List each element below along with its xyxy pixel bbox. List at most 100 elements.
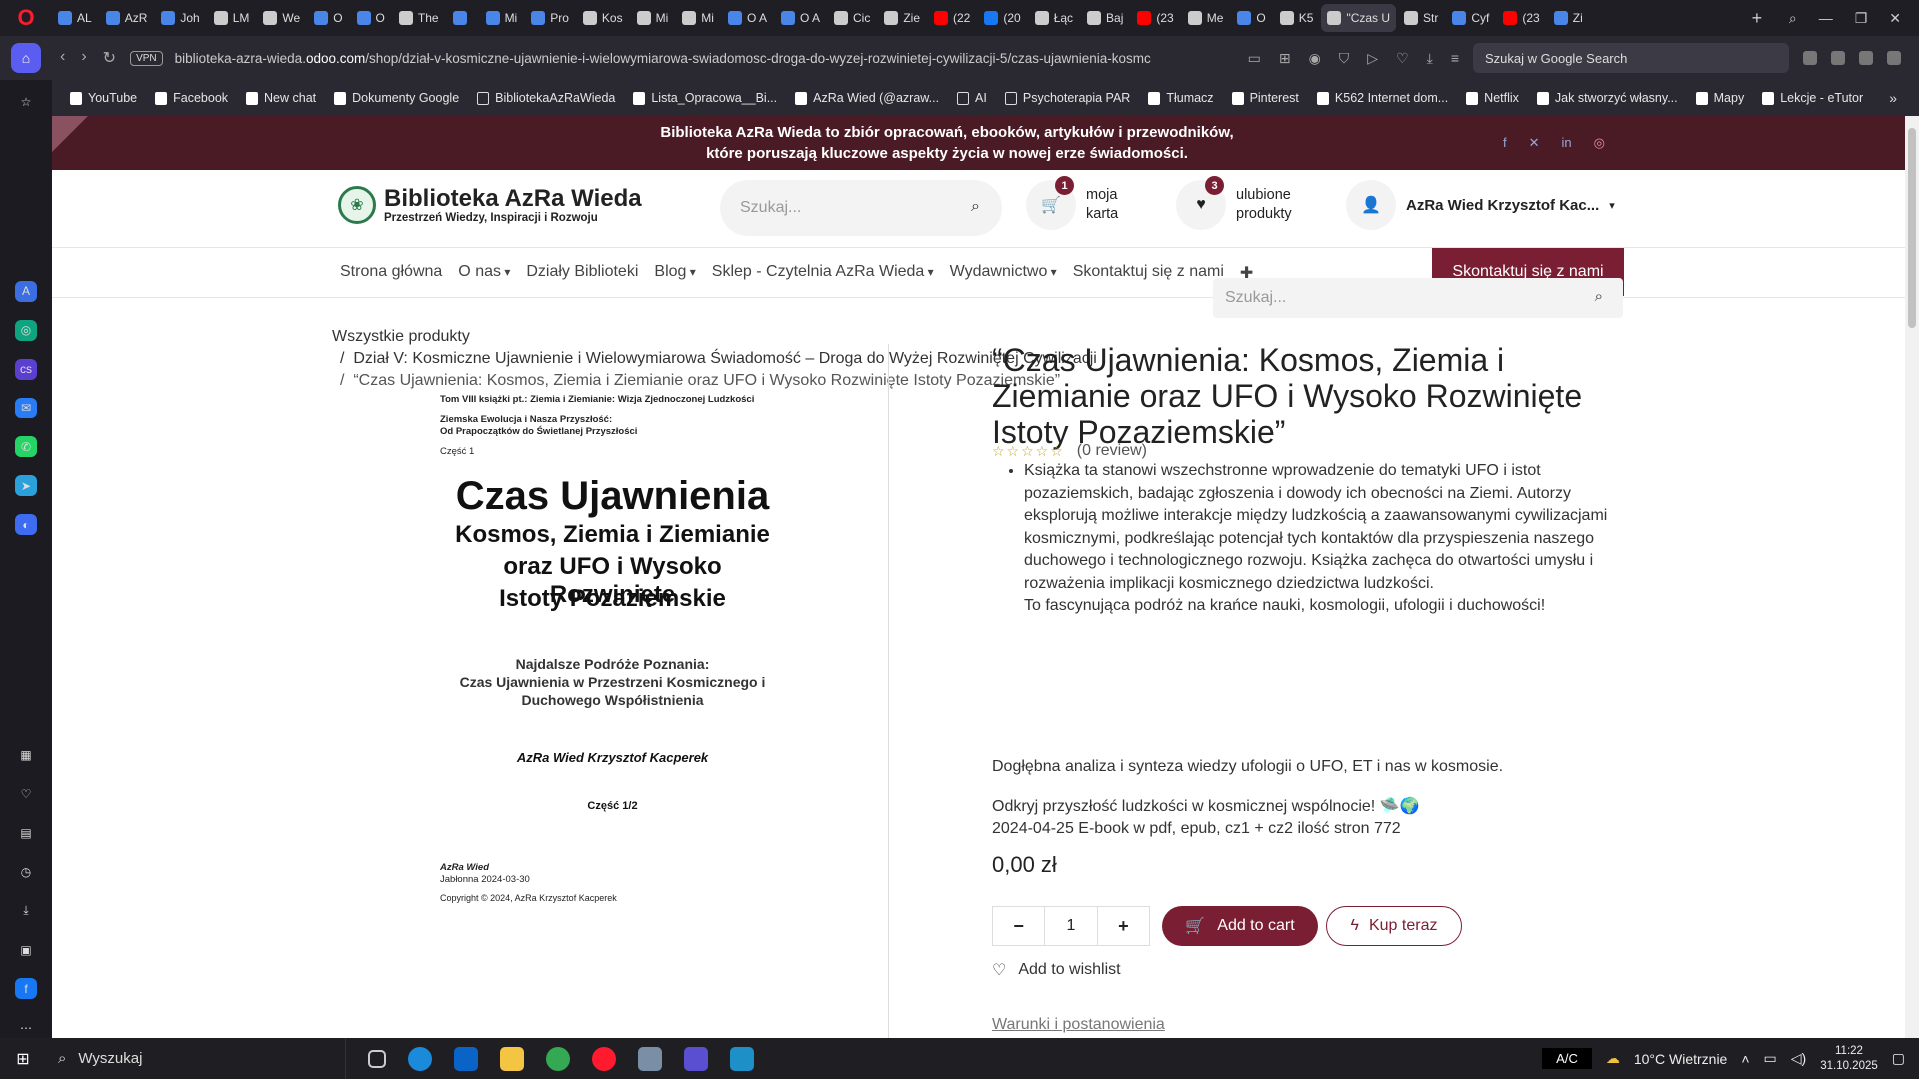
bookmark-item[interactable]: Lista_Opracowa__Bi... [625, 91, 785, 105]
download-icon[interactable]: ⤓ [1427, 50, 1433, 67]
scroll-thumb[interactable] [1908, 128, 1916, 328]
tab[interactable]: Baj [1081, 4, 1129, 32]
x-icon[interactable]: ✕ [1529, 135, 1540, 151]
tab[interactable]: We [257, 4, 306, 32]
cart-button[interactable]: 🛒 1 moja karta [1026, 176, 1118, 230]
tab[interactable]: (22 [928, 4, 976, 32]
weather-text[interactable]: 10°C Wietrznie [1634, 1051, 1728, 1067]
tab[interactable]: Łąc [1029, 4, 1079, 32]
nav-shop[interactable]: Sklep - Czytelnia AzRa Wieda [712, 263, 934, 283]
bookmark-item[interactable]: Tłumacz [1140, 91, 1221, 105]
tab[interactable]: O [1231, 4, 1271, 32]
back-icon[interactable]: ‹ [60, 48, 65, 68]
tab[interactable]: (23 [1497, 4, 1545, 32]
opera-icon[interactable] [592, 1046, 616, 1071]
tab[interactable] [447, 4, 478, 32]
tab-active[interactable]: "Czas U [1321, 4, 1397, 32]
nav-contact[interactable]: Skontaktuj się z nami [1073, 263, 1224, 283]
home-icon[interactable]: ⌂ [11, 43, 41, 73]
decrease-quantity-button[interactable]: − [993, 907, 1044, 945]
search-icon[interactable]: ⌕ [1595, 288, 1603, 305]
history-icon[interactable]: ◷ [15, 862, 37, 883]
reload-icon[interactable]: ↻ [103, 48, 116, 68]
telegram-icon[interactable]: ➤ [15, 475, 37, 497]
tab[interactable]: O [351, 4, 391, 32]
tab[interactable]: The [393, 4, 445, 32]
tab[interactable]: Mi [480, 4, 524, 32]
tab[interactable]: K5 [1274, 4, 1320, 32]
bookmark-item[interactable]: Facebook [147, 91, 236, 105]
tab[interactable]: Cic [828, 4, 876, 32]
nav-home[interactable]: Strona główna [340, 263, 442, 283]
terms-link[interactable]: Warunki i postanowienia [992, 1016, 1165, 1034]
star-rating-icon[interactable]: ☆☆☆☆☆ [992, 443, 1065, 460]
nav-about[interactable]: O nas [458, 263, 510, 283]
chevron-up-icon[interactable]: ˄ [1741, 1051, 1749, 1067]
file-explorer-icon[interactable] [500, 1046, 524, 1071]
linkedin-icon[interactable]: in [1562, 135, 1572, 151]
tab[interactable]: (23 [1131, 4, 1179, 32]
user-menu[interactable]: 👤 AzRa Wied Krzysztof Kac... ▾ [1346, 180, 1615, 230]
breadcrumb-root[interactable]: Wszystkie produkty [332, 326, 1097, 348]
chrome-icon[interactable] [546, 1046, 570, 1071]
opera-logo-icon[interactable]: O [0, 0, 52, 36]
volume-icon[interactable]: ◁) [1791, 1050, 1806, 1067]
wishlist-button[interactable]: ♥ 3 ulubione produkty [1176, 176, 1292, 230]
workspaces-icon[interactable]: ▦ [15, 745, 37, 766]
tab[interactable]: Joh [155, 4, 205, 32]
instagram-icon[interactable]: ◎ [1594, 135, 1605, 151]
add-to-wishlist-link[interactable]: ♡ Add to wishlist [992, 960, 1121, 980]
facebook-icon[interactable]: f [15, 978, 37, 1000]
bookmark-item[interactable]: K562 Internet dom... [1309, 91, 1456, 105]
messenger-icon[interactable]: ✉ [15, 397, 37, 419]
network-icon[interactable]: ▭ [1764, 1050, 1777, 1067]
tab[interactable]: Pro [525, 4, 575, 32]
tab[interactable]: O [308, 4, 348, 32]
tab[interactable]: Me [1182, 4, 1230, 32]
page-scrollbar[interactable] [1905, 116, 1919, 1038]
search-tabs-icon[interactable]: ⌕ [1789, 10, 1797, 27]
breadcrumb-category[interactable]: / Dział V: Kosmiczne Ujawnienie i Wielow… [332, 348, 1097, 370]
notification-icon[interactable]: ▢ [1892, 1050, 1905, 1067]
notes-icon[interactable]: ▣ [15, 939, 37, 960]
menu-icon[interactable]: ≡ [1451, 50, 1459, 67]
cs-icon[interactable]: cs [15, 358, 37, 380]
tab[interactable]: Mi [631, 4, 675, 32]
new-tab-button[interactable]: + [1743, 8, 1771, 29]
heart-icon[interactable]: ♡ [1396, 50, 1409, 67]
app-icon[interactable] [730, 1046, 754, 1071]
nav-blog[interactable]: Blog [654, 263, 695, 283]
tab[interactable]: Zie [878, 4, 926, 32]
buy-now-button[interactable]: ϟ Kup teraz [1326, 906, 1462, 946]
bookmark-item[interactable]: Netflix [1458, 91, 1527, 105]
star-icon[interactable]: ☆ [15, 92, 37, 113]
app-icon[interactable] [638, 1046, 662, 1071]
extension-icon[interactable] [1831, 51, 1845, 65]
bookmark-item[interactable]: Pinterest [1224, 91, 1307, 105]
bookmark-item[interactable]: AzRa Wied (@azraw... [787, 91, 947, 105]
extension-icon[interactable] [1803, 51, 1817, 65]
review-count[interactable]: (0 review) [1077, 442, 1147, 460]
bookmark-item[interactable]: AI [949, 91, 995, 105]
chatgpt-icon[interactable]: ◎ [15, 319, 37, 341]
edit-corner[interactable] [52, 116, 88, 152]
downloads-icon[interactable]: ⤓ [15, 901, 37, 922]
bookmark-item[interactable]: Lekcje - eTutor [1754, 91, 1871, 105]
tab[interactable]: O A [722, 4, 773, 32]
edge-icon[interactable] [408, 1046, 432, 1071]
tab[interactable]: (20 [978, 4, 1026, 32]
extension-icon[interactable] [1887, 51, 1901, 65]
app-icon[interactable] [684, 1046, 708, 1071]
nav-sections[interactable]: Działy Biblioteki [526, 263, 638, 283]
quantity-input[interactable]: 1 [1044, 907, 1098, 945]
tab[interactable]: Str [1398, 4, 1444, 32]
increase-quantity-button[interactable]: + [1098, 907, 1149, 945]
bookmark-item[interactable]: New chat [238, 91, 324, 105]
favorites-icon[interactable]: ♡ [15, 784, 37, 805]
forward-icon[interactable]: › [81, 48, 86, 68]
more-icon[interactable]: ⋯ [15, 1017, 37, 1038]
vpn-badge[interactable]: VPN [130, 50, 163, 66]
tab[interactable]: O A [775, 4, 826, 32]
bookmarks-more-icon[interactable]: » [1889, 90, 1919, 106]
camera-icon[interactable]: ◉ [1309, 50, 1321, 67]
